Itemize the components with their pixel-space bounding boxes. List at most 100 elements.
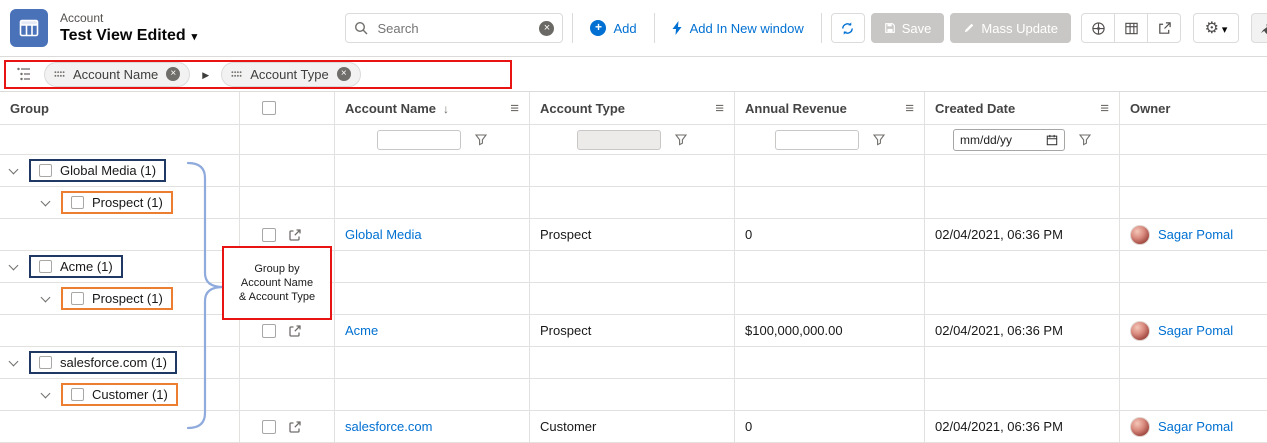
cell-annual-revenue: $100,000,000.00 <box>735 315 925 347</box>
drag-handle-icon[interactable] <box>231 70 242 78</box>
cell-empty <box>530 283 735 315</box>
search-input[interactable] <box>375 20 532 37</box>
chevron-down-icon <box>1222 21 1228 36</box>
group-chip-account-name[interactable]: Account Name <box>44 62 190 87</box>
chevron-down-icon[interactable] <box>41 196 51 206</box>
open-record-icon[interactable] <box>288 324 302 338</box>
group-label: Prospect (1) <box>92 291 163 306</box>
column-header-account-name[interactable]: Account Name <box>335 92 530 125</box>
column-header-owner[interactable]: Owner <box>1120 92 1267 125</box>
row-checkbox[interactable] <box>262 228 276 242</box>
open-record-icon[interactable] <box>288 228 302 242</box>
table-icon <box>1124 21 1139 36</box>
cell-empty <box>735 379 925 411</box>
cell-empty <box>240 283 335 315</box>
column-menu-icon[interactable] <box>905 100 914 117</box>
column-menu-icon[interactable] <box>510 100 519 117</box>
group-row-level1: Global Media (1) <box>0 155 240 187</box>
chevron-down-icon[interactable] <box>41 292 51 302</box>
account-type-value: Prospect <box>540 323 591 338</box>
group-row-level2: Customer (1) <box>0 379 240 411</box>
select-all-checkbox[interactable] <box>262 101 276 115</box>
row-checkbox[interactable] <box>262 420 276 434</box>
chevron-down-icon[interactable] <box>9 356 19 366</box>
cell-empty <box>0 315 240 347</box>
group-chip-account-type[interactable]: Account Type <box>221 62 361 87</box>
header-label: Owner <box>1130 101 1170 116</box>
calendar-icon[interactable] <box>1046 134 1058 146</box>
group-checkbox[interactable] <box>71 388 84 401</box>
header-label: Created Date <box>935 101 1015 116</box>
clear-search-icon[interactable] <box>539 21 554 36</box>
owner-link[interactable]: Sagar Pomal <box>1158 323 1233 338</box>
filter-funnel-icon[interactable] <box>475 134 487 146</box>
group-chip-label: Account Type <box>250 67 329 82</box>
group-by-icon <box>16 66 32 82</box>
settings-gear-button[interactable] <box>1193 13 1239 43</box>
column-header-created-date[interactable]: Created Date <box>925 92 1120 125</box>
cell-empty <box>735 251 925 283</box>
created-date-filter-input[interactable]: mm/dd/yy <box>953 129 1065 151</box>
account-name-link[interactable]: Global Media <box>345 227 422 242</box>
cell-select <box>240 315 335 347</box>
cell-empty <box>530 347 735 379</box>
annual-revenue-value: 0 <box>745 227 752 242</box>
table-view-button[interactable] <box>1114 13 1148 43</box>
account-name-link[interactable]: Acme <box>345 323 378 338</box>
divider <box>821 13 822 43</box>
refresh-button[interactable] <box>831 13 865 43</box>
cell-owner: Sagar Pomal <box>1120 411 1267 443</box>
chevron-down-icon[interactable] <box>9 260 19 270</box>
column-header-group[interactable]: Group <box>0 92 240 125</box>
account-name-filter-input[interactable] <box>377 130 461 150</box>
filter-funnel-icon[interactable] <box>1079 134 1091 146</box>
cell-empty <box>530 251 735 283</box>
owner-avatar <box>1130 225 1150 245</box>
group-checkbox[interactable] <box>71 196 84 209</box>
cell-created-date: 02/04/2021, 06:36 PM <box>925 219 1120 251</box>
title-group: Account Test View Edited <box>10 9 339 47</box>
filter-funnel-icon[interactable] <box>675 134 687 146</box>
view-title-text: Test View Edited <box>60 26 186 46</box>
chevron-down-icon <box>192 26 198 46</box>
remove-group-icon[interactable] <box>337 67 351 81</box>
column-menu-icon[interactable] <box>715 100 724 117</box>
cell-empty <box>530 155 735 187</box>
group-checkbox[interactable] <box>39 356 52 369</box>
divider <box>572 13 573 43</box>
mass-update-button[interactable]: Mass Update <box>950 13 1071 43</box>
row-checkbox[interactable] <box>262 324 276 338</box>
group-row-level1: salesforce.com (1) <box>0 347 240 379</box>
column-header-annual-revenue[interactable]: Annual Revenue <box>735 92 925 125</box>
group-checkbox[interactable] <box>39 164 52 177</box>
owner-link[interactable]: Sagar Pomal <box>1158 227 1233 242</box>
add-in-new-window-button[interactable]: Add In New window <box>664 13 812 43</box>
group-checkbox[interactable] <box>71 292 84 305</box>
remove-group-icon[interactable] <box>166 67 180 81</box>
chevron-down-icon[interactable] <box>41 388 51 398</box>
created-date-value: 02/04/2021, 06:36 PM <box>935 227 1063 242</box>
sharing-button[interactable] <box>1081 13 1115 43</box>
view-selector[interactable]: Test View Edited <box>60 26 197 46</box>
filter-funnel-icon[interactable] <box>873 134 885 146</box>
account-name-link[interactable]: salesforce.com <box>345 419 432 434</box>
grouping-bar: Account Name Account Type <box>0 57 1267 92</box>
drag-handle-icon[interactable] <box>54 70 65 78</box>
cell-empty <box>925 251 1120 283</box>
save-button[interactable]: Save <box>871 13 945 43</box>
cell-empty <box>335 187 530 219</box>
annual-revenue-filter-input[interactable] <box>775 130 859 150</box>
column-header-account-type[interactable]: Account Type <box>530 92 735 125</box>
chevron-down-icon[interactable] <box>9 164 19 174</box>
open-record-icon[interactable] <box>288 420 302 434</box>
add-button[interactable]: Add <box>582 13 644 43</box>
group-row-level2: Prospect (1) <box>0 283 240 315</box>
sharing-wheel-icon <box>1091 21 1106 36</box>
open-in-new-window-button[interactable] <box>1147 13 1181 43</box>
owner-link[interactable]: Sagar Pomal <box>1158 419 1233 434</box>
page-title: Account Test View Edited <box>60 11 197 46</box>
refresh-icon <box>840 21 855 36</box>
column-menu-icon[interactable] <box>1100 100 1109 117</box>
pin-button[interactable] <box>1251 13 1267 43</box>
group-checkbox[interactable] <box>39 260 52 273</box>
